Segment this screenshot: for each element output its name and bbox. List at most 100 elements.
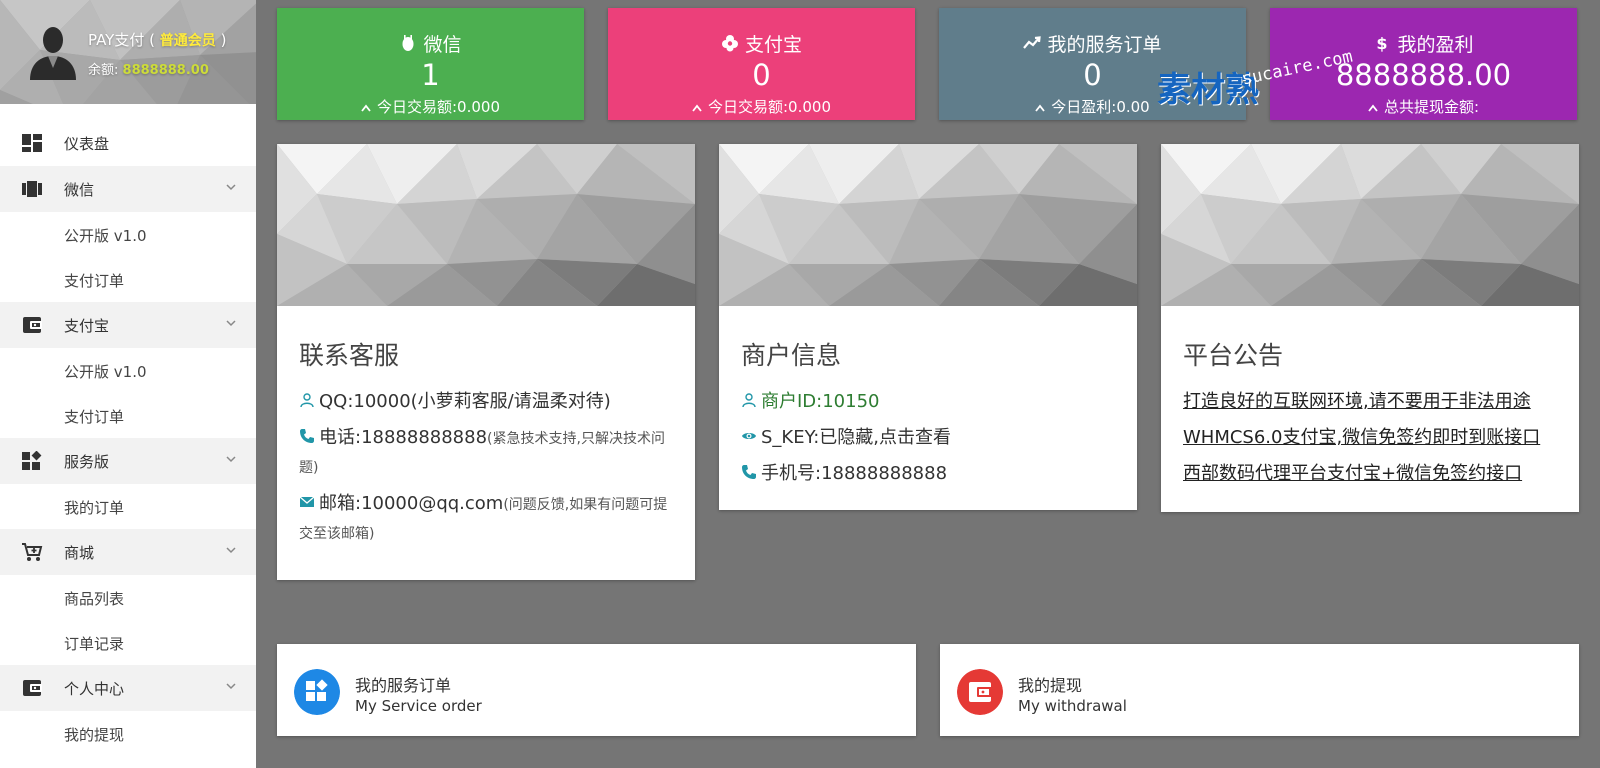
- sidebar-item-personal-center[interactable]: 个人中心: [0, 665, 256, 711]
- notice-link[interactable]: 西部数码代理平台支付宝+微信免签约接口: [1183, 460, 1557, 488]
- sidebar-item-label: 个人中心: [64, 680, 125, 698]
- chevron-down-icon: [226, 184, 236, 191]
- sidebar-item-label: 商城: [64, 544, 95, 562]
- merchant-skey[interactable]: S_KEY:已隐藏,点击查看: [741, 424, 1115, 452]
- card-title: 商户信息: [741, 341, 842, 370]
- card-title: 我的服务订单: [355, 676, 452, 695]
- profile-balance: 余额: 8888888.00: [88, 59, 209, 78]
- sidebar-item-alipay[interactable]: 支付宝: [0, 302, 256, 348]
- dollar-icon: $: [1377, 34, 1388, 52]
- widgets-icon: [294, 669, 340, 715]
- chevron-down-icon: [226, 547, 236, 554]
- sidebar-item-wechat-orders[interactable]: 支付订单: [0, 257, 256, 302]
- wallet-icon: [957, 669, 1003, 715]
- balance-value: 8888888.00: [122, 63, 209, 78]
- merchant-skey-text[interactable]: S_KEY:已隐藏,点击查看: [761, 427, 951, 448]
- username: PAY支付: [88, 31, 145, 49]
- widgets-icon: [22, 451, 42, 470]
- sidebar-item-label: 我的订单: [64, 499, 125, 517]
- sidebar-item-label: 支付订单: [64, 272, 125, 290]
- stat-value: 1: [421, 58, 440, 92]
- sidebar-item-mall[interactable]: 商城: [0, 529, 256, 575]
- phone-icon: [742, 465, 756, 479]
- sidebar-item-alipay-orders[interactable]: 支付订单: [0, 393, 256, 438]
- chevron-up-icon: [692, 104, 702, 112]
- sidebar-item-product-list[interactable]: 商品列表: [0, 575, 256, 620]
- contact-qq-text: QQ:10000(小萝莉客服/请温柔对待): [319, 391, 611, 412]
- sidebar-item-wechat[interactable]: 微信: [0, 166, 256, 212]
- stat-footer-value: 0.00: [1116, 98, 1150, 116]
- card-title: 平台公告: [1183, 341, 1284, 370]
- stat-footer: 今日交易额:0.000: [608, 96, 915, 117]
- notice-link[interactable]: WHMCS6.0支付宝,微信免签约即时到账接口: [1183, 424, 1557, 452]
- sidebar-item-label: 公开版 v1.0: [64, 363, 147, 381]
- card-title: 我的提现: [1018, 676, 1083, 695]
- sidebar-item-wechat-public[interactable]: 公开版 v1.0: [0, 212, 256, 257]
- balance-label: 余额:: [88, 63, 119, 78]
- svg-text:$: $: [1377, 34, 1388, 52]
- stat-title: 支付宝: [608, 30, 915, 57]
- stat-footer: 总共提现金额:: [1270, 96, 1577, 117]
- paren-open: (: [149, 31, 155, 49]
- stat-value: 0: [752, 58, 771, 92]
- my-withdrawal-card[interactable]: 我的提现 My withdrawal: [940, 644, 1579, 736]
- profile-name: PAY支付 ( 普通会员 ): [88, 29, 226, 50]
- stat-title-text: 支付宝: [744, 34, 802, 56]
- sidebar-item-label: 商品列表: [64, 590, 125, 608]
- avatar-icon[interactable]: [28, 24, 78, 80]
- contact-phone-text: 电话:18888888888: [319, 427, 488, 448]
- stat-title-text: 我的盈利: [1397, 34, 1474, 56]
- card-title: 联系客服: [299, 341, 400, 370]
- card-banner-image: [1161, 144, 1579, 306]
- sidebar-item-alipay-public[interactable]: 公开版 v1.0: [0, 348, 256, 393]
- contact-email-text: 邮箱:10000@qq.com: [319, 493, 504, 514]
- chevron-up-icon: [361, 104, 371, 112]
- sidebar-item-service[interactable]: 服务版: [0, 438, 256, 484]
- contact-card: 联系客服 QQ:10000(小萝莉客服/请温柔对待) 电话:1888888888…: [277, 144, 695, 580]
- merchant-mobile: 手机号:18888888888: [741, 460, 1115, 488]
- contact-qq: QQ:10000(小萝莉客服/请温柔对待): [299, 388, 673, 416]
- chevron-up-icon: [1368, 104, 1378, 112]
- wallet-icon: [23, 680, 42, 696]
- sidebar-item-label: 我的提现: [64, 726, 125, 744]
- contact-phone: 电话:18888888888(紧急技术支持,只解决技术问题): [299, 424, 673, 482]
- notice-link[interactable]: 打造良好的互联网环境,请不要用于非法用途: [1183, 388, 1557, 416]
- sidebar-item-label: 微信: [64, 181, 95, 199]
- watermark: 素材熟 sucaire.com: [1157, 47, 1354, 112]
- wechat-icon: [22, 181, 42, 197]
- stat-card-wechat[interactable]: 微信 1 今日交易额:0.000: [277, 8, 584, 120]
- card-subtitle: My Service order: [355, 697, 482, 715]
- sidebar-item-label: 仪表盘: [64, 135, 110, 153]
- wechat-icon: [402, 35, 414, 51]
- merchant-mobile-text: 手机号:18888888888: [761, 463, 948, 484]
- stat-footer: 今日交易额:0.000: [277, 96, 584, 117]
- merchant-id-text: 商户ID:10150: [761, 391, 880, 412]
- eye-icon: [742, 433, 756, 439]
- sidebar-item-label: 支付订单: [64, 408, 125, 426]
- stat-footer-label: 今日交易额:: [376, 98, 458, 116]
- sidebar-item-my-withdrawal[interactable]: 我的提现: [0, 711, 256, 756]
- stat-title: 微信: [277, 30, 584, 57]
- stat-title: 我的服务订单: [939, 30, 1246, 57]
- sidebar-item-label: 订单记录: [64, 635, 125, 653]
- alipay-icon: [721, 35, 738, 52]
- sidebar-nav: 仪表盘 微信 公开版 v1.0 支付订单 支付宝 公开版 v1.0 支付订单 服…: [0, 120, 256, 756]
- stat-footer-label: 今日盈利:: [1051, 98, 1117, 116]
- stat-title-text: 我的服务订单: [1047, 34, 1162, 56]
- stat-card-alipay[interactable]: 支付宝 0 今日交易额:0.000: [608, 8, 915, 120]
- sidebar-item-label: 支付宝: [64, 317, 110, 335]
- sidebar-item-my-orders[interactable]: 我的订单: [0, 484, 256, 529]
- stat-footer-value: 0.000: [457, 98, 500, 116]
- sidebar-item-dashboard[interactable]: 仪表盘: [0, 120, 256, 166]
- my-service-orders-card[interactable]: 我的服务订单 My Service order: [277, 644, 916, 736]
- merchant-id: 商户ID:10150: [741, 388, 1115, 416]
- sidebar: PAY支付 ( 普通会员 ) 余额: 8888888.00 仪表盘 微信 公开版…: [0, 0, 256, 768]
- merchant-card: 商户信息 商户ID:10150 S_KEY:已隐藏,点击查看 手机号:18888…: [719, 144, 1137, 510]
- stat-title-text: 微信: [423, 34, 462, 56]
- sidebar-item-order-records[interactable]: 订单记录: [0, 620, 256, 665]
- trending-up-icon: [1023, 36, 1042, 49]
- mail-icon: [299, 496, 315, 507]
- notice-card: 平台公告 打造良好的互联网环境,请不要用于非法用途 WHMCS6.0支付宝,微信…: [1161, 144, 1579, 512]
- wallet-icon: [23, 317, 42, 333]
- dashboard-icon: [22, 134, 42, 152]
